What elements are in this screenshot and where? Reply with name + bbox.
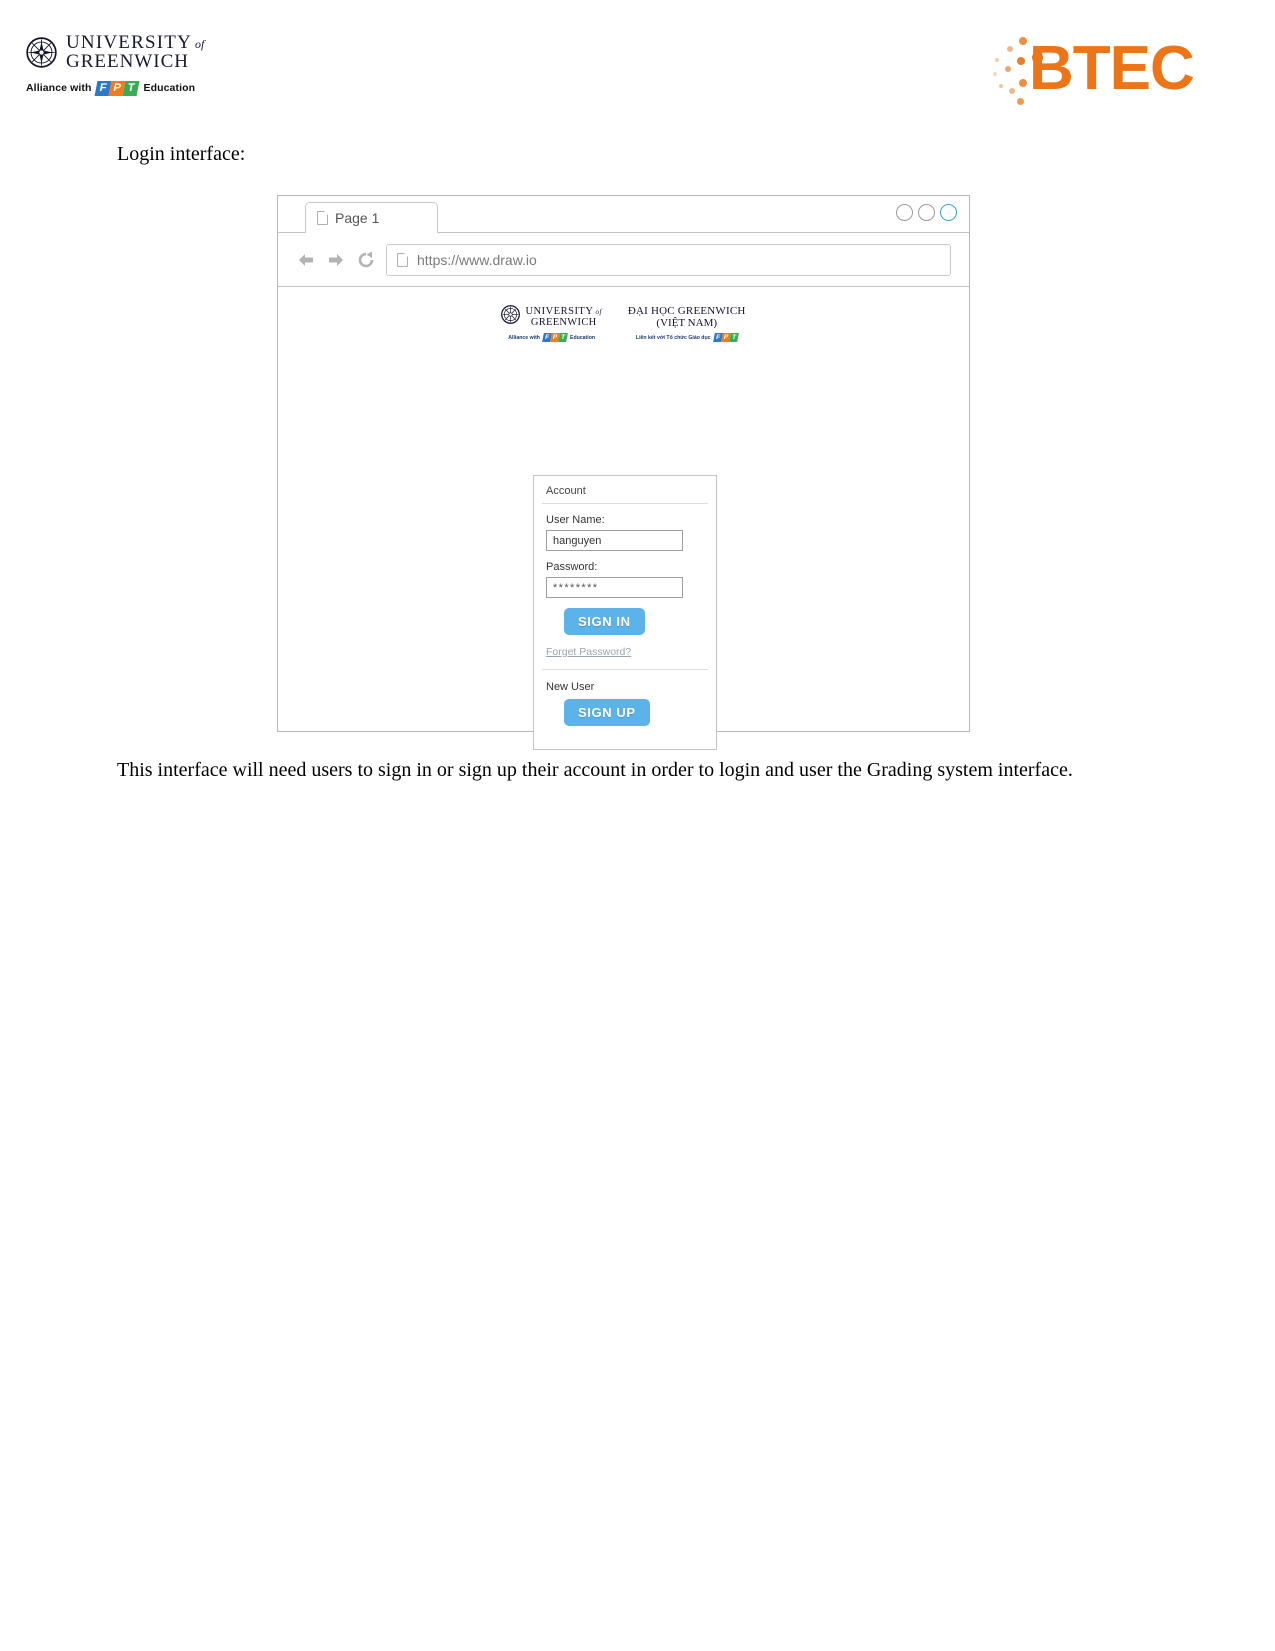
browser-mockup: Page 1 https://www.draw.io UNIVERSITY of…: [277, 195, 970, 750]
browser-viewport: UNIVERSITY of GREENWICH Alliance with F …: [278, 287, 969, 750]
btec-dot: [1017, 98, 1024, 105]
arrow-left-icon[interactable]: [296, 250, 316, 270]
logo-en-line1: UNIVERSITY: [525, 306, 594, 317]
btec-dot: [1005, 66, 1011, 72]
alliance-prefix-label: Alliance with: [26, 82, 92, 94]
account-card-title: Account: [546, 485, 586, 497]
greenwich-logo-vietnamese: ĐẠI HỌC GREENWICH (VIỆT NAM) Liên kết vớ…: [628, 305, 746, 342]
reload-icon[interactable]: [356, 250, 376, 270]
url-bar[interactable]: https://www.draw.io: [386, 243, 951, 276]
browser-tab-bar: Page 1: [278, 196, 969, 233]
fpt-logo: F P T: [542, 333, 568, 342]
card-divider: [542, 669, 708, 670]
university-name-line1: UNIVERSITY: [66, 32, 192, 53]
browser-toolbar: https://www.draw.io: [278, 233, 969, 287]
university-of-greenwich-logo: UNIVERSITY of GREENWICH Alliance with F …: [26, 33, 326, 96]
btec-dot: [1009, 88, 1015, 94]
sign-up-button[interactable]: SIGN UP: [564, 699, 650, 726]
compass-rose-crest-icon: [501, 305, 521, 329]
browser-tab-label: Page 1: [335, 210, 380, 226]
btec-logo: BTEC: [977, 24, 1227, 116]
close-button[interactable]: [940, 204, 957, 221]
page-header: UNIVERSITY of GREENWICH Alliance with F …: [0, 0, 1275, 135]
logo-vn-line1: ĐẠI HỌC GREENWICH: [627, 305, 746, 317]
logo-vn-line2: (VIỆT NAM): [656, 317, 718, 329]
compass-rose-crest-icon: [26, 36, 57, 68]
fpt-letter-t: T: [728, 333, 739, 342]
page-document-icon: [317, 211, 328, 225]
password-label: Password:: [546, 561, 598, 573]
btec-dot: [1017, 57, 1025, 65]
page-caption: Login interface:: [117, 143, 246, 165]
btec-dot: [993, 72, 997, 76]
account-login-card: Account User Name: hanguyen Password: **…: [533, 475, 717, 750]
arrow-right-icon[interactable]: [326, 250, 346, 270]
logo-vn-tagline-text: Liên kết với Tổ chức Giáo dục: [635, 334, 711, 341]
logo-en-tagline-suffix: Education: [569, 334, 596, 341]
fpt-letter-t: T: [123, 80, 140, 96]
btec-dot: [999, 84, 1003, 88]
minimize-button[interactable]: [896, 204, 913, 221]
university-name-line2: GREENWICH: [66, 51, 189, 72]
btec-dot: [1019, 79, 1027, 87]
logo-en-tagline: Alliance with F P T Education: [501, 333, 601, 342]
alliance-suffix-label: Education: [143, 82, 196, 94]
login-page-logos: UNIVERSITY of GREENWICH Alliance with F …: [278, 305, 969, 342]
username-label: User Name:: [546, 514, 605, 526]
logo-en-of: of: [595, 308, 602, 316]
new-user-label: New User: [546, 681, 595, 693]
logo-en-tagline-prefix: Alliance with: [508, 334, 540, 341]
sign-in-button[interactable]: SIGN IN: [564, 608, 645, 635]
fpt-logo: F P T: [712, 333, 739, 342]
fpt-logo: F P T: [95, 80, 140, 96]
btec-dot: [1019, 37, 1027, 45]
password-input[interactable]: ********: [546, 577, 683, 598]
page-document-icon: [397, 252, 408, 267]
username-input[interactable]: hanguyen: [546, 530, 683, 551]
browser-tab-page-1[interactable]: Page 1: [305, 202, 438, 233]
window-controls[interactable]: [896, 204, 957, 221]
logo-en-line2: GREENWICH: [530, 317, 597, 328]
btec-dot: [1007, 46, 1013, 52]
greenwich-logo-english: UNIVERSITY of GREENWICH Alliance with F …: [501, 305, 601, 342]
alliance-with-fpt-education: Alliance with F P T Education: [26, 80, 326, 96]
fpt-letter-t: T: [558, 333, 568, 342]
university-name-of: of: [195, 37, 205, 51]
logo-vn-tagline: Liên kết với Tổ chức Giáo dục F P T: [628, 333, 746, 342]
btec-wordmark: BTEC: [1029, 34, 1195, 103]
url-text: https://www.draw.io: [417, 251, 537, 268]
dot-spray-icon: [995, 58, 999, 62]
forget-password-link[interactable]: Forget Password?: [546, 646, 631, 658]
maximize-button[interactable]: [918, 204, 935, 221]
description-paragraph: This interface will need users to sign i…: [117, 759, 1073, 781]
